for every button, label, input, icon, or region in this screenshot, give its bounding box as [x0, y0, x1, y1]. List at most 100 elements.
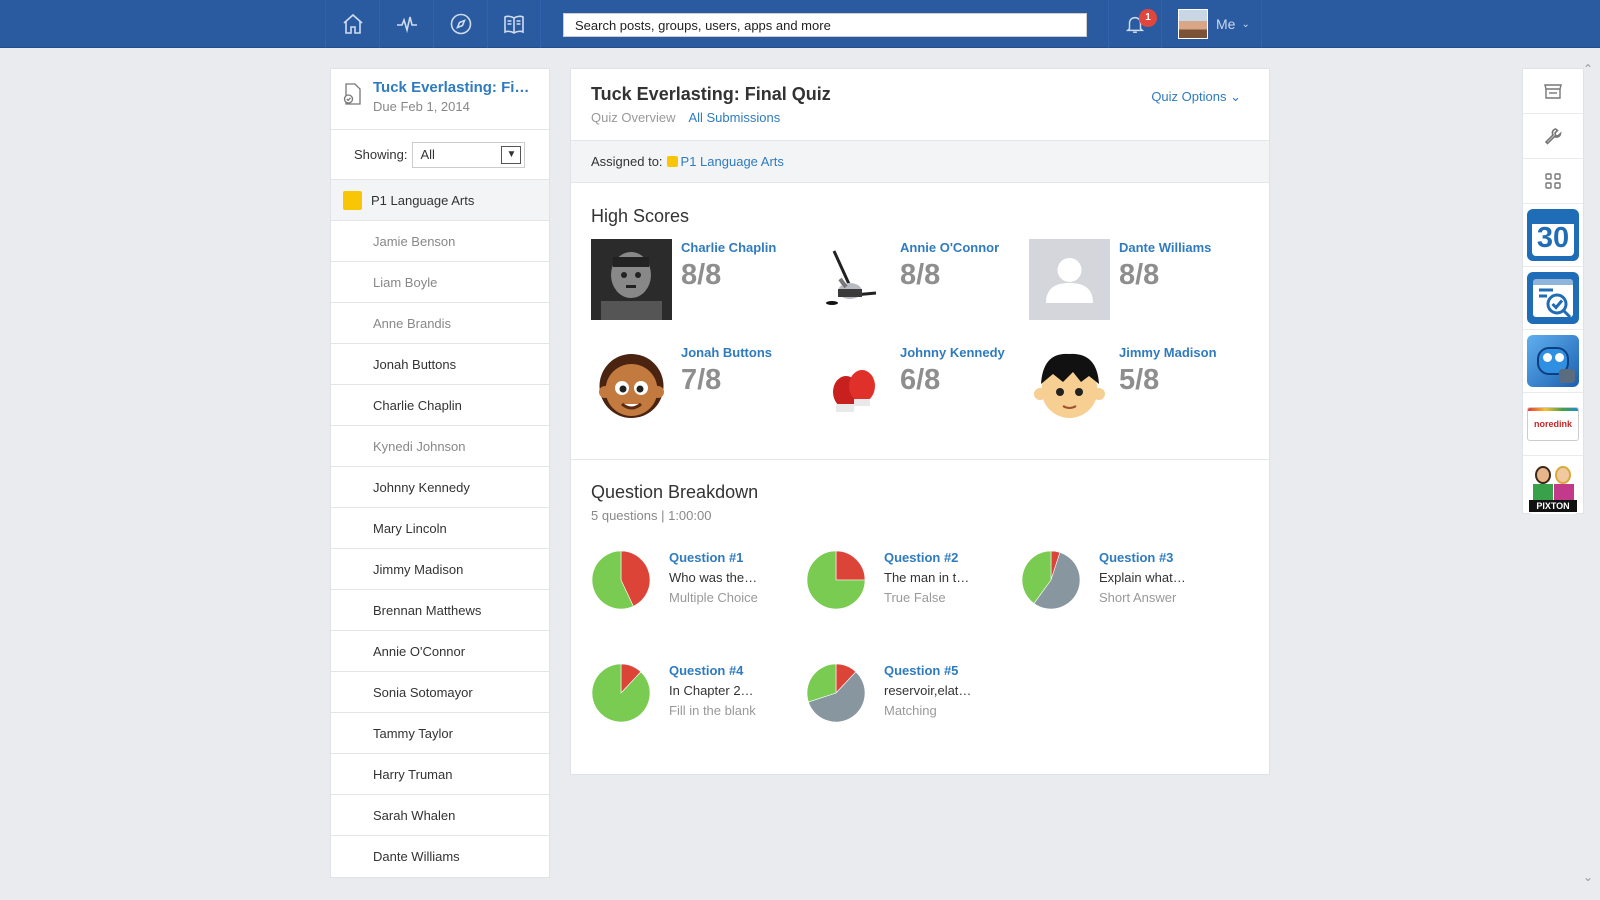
quiz-options-label: Quiz Options [1151, 89, 1227, 104]
user-menu-button[interactable]: Me ⌄ [1168, 0, 1262, 48]
user-menu-label: Me [1216, 16, 1236, 32]
student-list-item[interactable]: Tammy Taylor [331, 713, 549, 754]
student-list-item[interactable]: Dante Williams [331, 836, 549, 877]
student-list-item[interactable]: Liam Boyle [331, 262, 549, 303]
pie-slice-correct [591, 663, 651, 723]
student-avatar[interactable] [591, 239, 672, 320]
student-list-item[interactable]: Kynedi Johnson [331, 426, 549, 467]
high-score-card: Charlie Chaplin 8/8 [591, 239, 801, 320]
high-score-student-link[interactable]: Jonah Buttons [681, 345, 772, 360]
high-score-student-link[interactable]: Johnny Kennedy [900, 345, 1005, 360]
high-score-value: 8/8 [681, 259, 722, 291]
question-pie-chart[interactable] [1021, 550, 1081, 610]
question-pie-chart[interactable] [591, 550, 651, 610]
question-link[interactable]: Question #5 [884, 663, 958, 678]
all-apps-button[interactable] [1523, 159, 1583, 204]
question-breakdown-summary: 5 questions | 1:00:00 [591, 508, 712, 523]
question-item: Question #1 Who was the… Multiple Choice [576, 547, 791, 627]
chevron-down-icon: ⌄ [1230, 89, 1241, 104]
app-store-button[interactable] [1523, 69, 1583, 114]
question-link[interactable]: Question #4 [669, 663, 743, 678]
student-list-item[interactable]: Harry Truman [331, 754, 549, 795]
resources-button[interactable] [487, 0, 541, 48]
question-pie-chart[interactable] [591, 663, 651, 723]
scroll-up-arrow-icon[interactable]: ⌃ [1583, 62, 1593, 76]
calendar-app[interactable]: 30 [1523, 204, 1583, 267]
showing-select[interactable]: All ▼ [412, 141, 526, 168]
high-score-value: 5/8 [1119, 364, 1160, 396]
student-avatar[interactable] [1029, 239, 1110, 320]
question-item: Question #5 reservoir,elat… Matching [791, 660, 1006, 740]
question-link[interactable]: Question #2 [884, 550, 958, 565]
student-list-item[interactable]: Brennan Matthews [331, 590, 549, 631]
question-pie-chart[interactable] [806, 550, 866, 610]
apps-sidebar: 30 noredink PIXTON [1522, 68, 1584, 514]
activity-icon [396, 16, 417, 34]
pixton-label: PIXTON [1529, 499, 1577, 512]
student-avatar[interactable] [810, 344, 891, 425]
student-list-item[interactable]: Mary Lincoln [331, 508, 549, 549]
high-score-student-link[interactable]: Dante Williams [1119, 240, 1211, 255]
notifications-button[interactable]: 1 [1108, 0, 1162, 48]
scroll-down-arrow-icon[interactable]: ⌄ [1583, 870, 1593, 884]
tab-quiz-overview[interactable]: Quiz Overview [591, 110, 676, 125]
student-avatar[interactable] [810, 239, 891, 320]
high-scores-title: High Scores [591, 206, 690, 226]
robot-icon [1527, 335, 1579, 387]
search-input[interactable] [563, 13, 1087, 37]
section-color-swatch [343, 190, 362, 210]
question-item: Question #2 The man in t… True False [791, 547, 1006, 627]
section-item[interactable]: P1 Language Arts [331, 180, 549, 221]
student-avatar[interactable] [1029, 344, 1110, 425]
pixton-app[interactable]: PIXTON [1523, 456, 1583, 519]
home-icon [342, 13, 363, 34]
high-score-card: Dante Williams 8/8 [1029, 239, 1239, 320]
question-text: Who was the… [669, 570, 758, 585]
pie-slice-incorrect [835, 550, 866, 581]
pixton-icon: PIXTON [1527, 461, 1579, 514]
question-link[interactable]: Question #3 [1099, 550, 1173, 565]
high-score-card: Jimmy Madison 5/8 [1029, 344, 1239, 425]
noredink-icon: noredink [1527, 407, 1579, 441]
student-list-item[interactable]: Charlie Chaplin [331, 385, 549, 426]
showing-value: All [420, 147, 435, 162]
store-icon [1544, 84, 1562, 99]
quiz-check-app[interactable] [1523, 267, 1583, 330]
high-score-value: 8/8 [1119, 259, 1160, 291]
tab-all-submissions[interactable]: All Submissions [688, 110, 780, 125]
avatar [1178, 9, 1208, 39]
assigned-section-link[interactable]: P1 Language Arts [681, 154, 784, 169]
high-score-student-link[interactable]: Charlie Chaplin [681, 240, 776, 255]
quiz-options-dropdown[interactable]: Quiz Options ⌄ [1151, 89, 1241, 105]
chevron-down-icon: ⌄ [1241, 18, 1250, 30]
due-date: Due Feb 1, 2014 [373, 99, 470, 114]
discover-button[interactable] [433, 0, 487, 48]
student-avatar[interactable] [591, 344, 672, 425]
question-pie-chart[interactable] [806, 663, 866, 723]
student-list-item[interactable]: Johnny Kennedy [331, 467, 549, 508]
tools-button[interactable] [1523, 114, 1583, 159]
high-score-student-link[interactable]: Jimmy Madison [1119, 345, 1217, 360]
student-list-item[interactable]: Sarah Whalen [331, 795, 549, 836]
home-button[interactable] [325, 0, 379, 48]
student-list-item[interactable]: Jonah Buttons [331, 344, 549, 385]
student-list-item[interactable]: Jamie Benson [331, 221, 549, 262]
assignment-header: Tuck Everlasting: Fi… Due Feb 1, 2014 [331, 69, 549, 130]
quiz-overview-card: Tuck Everlasting: Final Quiz Quiz Overvi… [570, 68, 1270, 775]
noredink-label: noredink [1533, 419, 1572, 429]
high-score-student-link[interactable]: Annie O'Connor [900, 240, 999, 255]
noredink-app[interactable]: noredink [1523, 393, 1583, 456]
question-link[interactable]: Question #1 [669, 550, 743, 565]
student-list-item[interactable]: Anne Brandis [331, 303, 549, 344]
activity-button[interactable] [379, 0, 433, 48]
wrench-icon [1544, 128, 1562, 145]
robot-game-app[interactable] [1523, 330, 1583, 393]
filter-row: Showing: All ▼ [331, 130, 549, 180]
student-list-item[interactable]: Sonia Sotomayor [331, 672, 549, 713]
assignment-title[interactable]: Tuck Everlasting: Fi… [373, 79, 538, 96]
student-list-item[interactable]: Jimmy Madison [331, 549, 549, 590]
high-score-value: 8/8 [900, 259, 941, 291]
question-text: The man in t… [884, 570, 970, 585]
question-item: Question #4 In Chapter 2… Fill in the blan… [576, 660, 791, 740]
student-list-item[interactable]: Annie O'Connor [331, 631, 549, 672]
